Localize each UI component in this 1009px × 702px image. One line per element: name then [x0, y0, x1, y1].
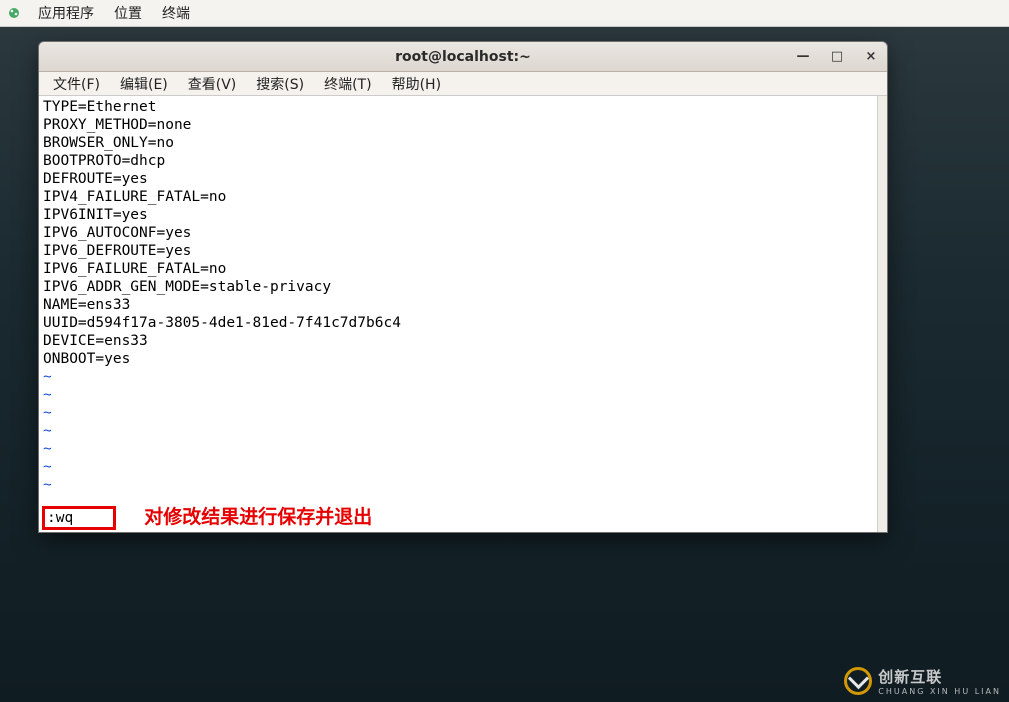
file-line: NAME=ens33 [43, 296, 883, 314]
gnome-top-panel: 应用程序 位置 终端 [0, 0, 1009, 27]
menu-view[interactable]: 查看(V) [178, 72, 247, 96]
window-titlebar[interactable]: root@localhost:~ — □ × [39, 42, 887, 72]
terminal-viewport[interactable]: TYPE=Ethernet PROXY_METHOD=none BROWSER_… [39, 96, 887, 532]
file-line: DEVICE=ens33 [43, 332, 883, 350]
file-line: TYPE=Ethernet [43, 98, 883, 116]
file-line: IPV6_AUTOCONF=yes [43, 224, 883, 242]
window-controls: — □ × [793, 47, 881, 67]
file-line: IPV4_FAILURE_FATAL=no [43, 188, 883, 206]
minimize-button[interactable]: — [793, 47, 813, 67]
panel-terminal[interactable]: 终端 [152, 3, 200, 23]
file-line: PROXY_METHOD=none [43, 116, 883, 134]
menu-edit[interactable]: 编辑(E) [110, 72, 178, 96]
vi-tilde: ~ [43, 476, 883, 494]
menu-help[interactable]: 帮助(H) [382, 72, 451, 96]
file-content: TYPE=Ethernet PROXY_METHOD=none BROWSER_… [43, 98, 883, 368]
file-line: IPV6INIT=yes [43, 206, 883, 224]
menu-terminal[interactable]: 终端(T) [314, 72, 381, 96]
annotation-label: 对修改结果进行保存并退出 [144, 509, 372, 527]
file-line: IPV6_DEFROUTE=yes [43, 242, 883, 260]
file-line: BOOTPROTO=dhcp [43, 152, 883, 170]
vi-tilde: ~ [43, 458, 883, 476]
vi-command-input[interactable]: :wq [42, 506, 116, 530]
vi-tilde: ~ [43, 386, 883, 404]
file-line: ONBOOT=yes [43, 350, 883, 368]
vi-command-text: :wq [47, 509, 73, 527]
panel-places[interactable]: 位置 [104, 3, 152, 23]
window-title: root@localhost:~ [395, 49, 531, 65]
terminal-window: root@localhost:~ — □ × 文件(F) 编辑(E) 查看(V)… [38, 41, 888, 533]
panel-apps[interactable]: 应用程序 [28, 3, 104, 23]
vi-tilde: ~ [43, 404, 883, 422]
vi-command-row: :wq 对修改结果进行保存并退出 [42, 506, 372, 530]
file-line: UUID=d594f17a-3805-4de1-81ed-7f41c7d7b6c… [43, 314, 883, 332]
close-button[interactable]: × [861, 47, 881, 67]
watermark-logo-icon [844, 667, 872, 695]
vi-tilde: ~ [43, 440, 883, 458]
file-line: BROWSER_ONLY=no [43, 134, 883, 152]
file-line: IPV6_FAILURE_FATAL=no [43, 260, 883, 278]
vi-tilde: ~ [43, 422, 883, 440]
maximize-button[interactable]: □ [827, 47, 847, 67]
terminal-scrollbar[interactable] [877, 96, 887, 532]
file-line: DEFROUTE=yes [43, 170, 883, 188]
vi-tilde: ~ [43, 368, 883, 386]
terminal-menubar: 文件(F) 编辑(E) 查看(V) 搜索(S) 终端(T) 帮助(H) [39, 72, 887, 96]
panel-activities-icon [6, 5, 22, 21]
watermark: 创新互联 CHUANG XIN HU LIAN [844, 666, 1001, 696]
menu-search[interactable]: 搜索(S) [246, 72, 314, 96]
watermark-text: 创新互联 CHUANG XIN HU LIAN [878, 666, 1001, 696]
file-line: IPV6_ADDR_GEN_MODE=stable-privacy [43, 278, 883, 296]
menu-file[interactable]: 文件(F) [43, 72, 110, 96]
